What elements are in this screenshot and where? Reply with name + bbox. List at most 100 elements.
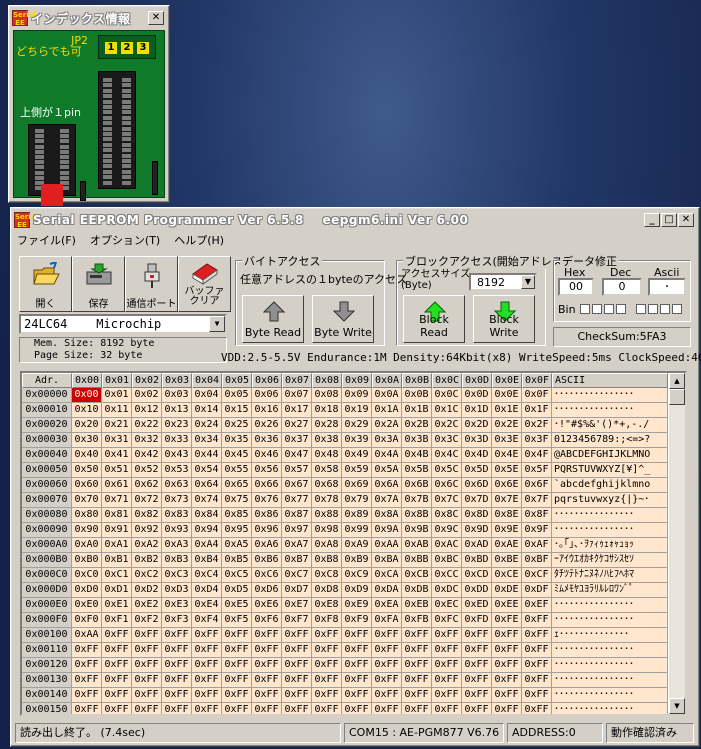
- data-cell[interactable]: 0xAC: [432, 538, 462, 553]
- data-cell[interactable]: 0x64: [192, 478, 222, 493]
- data-cell[interactable]: 0xE5: [222, 598, 252, 613]
- data-cell[interactable]: 0xC3: [162, 568, 192, 583]
- data-cell[interactable]: 0xCB: [402, 568, 432, 583]
- bin-bit-checkbox[interactable]: [604, 304, 614, 314]
- data-cell[interactable]: 0x42: [132, 448, 162, 463]
- data-cell[interactable]: 0x24: [192, 418, 222, 433]
- main-title-bar[interactable]: Serial EE Serial EEPROM Programmer Ver 6.…: [14, 211, 696, 229]
- data-cell[interactable]: 0xFF: [312, 703, 342, 714]
- data-cell[interactable]: 0xFF: [252, 628, 282, 643]
- data-cell[interactable]: 0x18: [312, 403, 342, 418]
- data-cell[interactable]: 0x00: [72, 388, 102, 403]
- data-cell[interactable]: 0xFF: [432, 673, 462, 688]
- data-cell[interactable]: 0xFF: [72, 703, 102, 714]
- data-cell[interactable]: 0x10: [72, 403, 102, 418]
- data-cell[interactable]: 0xFF: [342, 703, 372, 714]
- data-cell[interactable]: 0xFF: [252, 643, 282, 658]
- data-cell[interactable]: 0x59: [342, 463, 372, 478]
- data-cell[interactable]: 0x4B: [402, 448, 432, 463]
- data-cell[interactable]: 0xEE: [492, 598, 522, 613]
- data-cell[interactable]: 0xFF: [372, 703, 402, 714]
- data-cell[interactable]: 0x39: [342, 433, 372, 448]
- data-cell[interactable]: 0x0B: [402, 388, 432, 403]
- data-cell[interactable]: 0xFF: [492, 673, 522, 688]
- data-cell[interactable]: 0x91: [102, 523, 132, 538]
- data-cell[interactable]: 0xB4: [192, 553, 222, 568]
- data-cell[interactable]: 0xED: [462, 598, 492, 613]
- data-cell[interactable]: 0x1D: [462, 403, 492, 418]
- data-cell[interactable]: 0x99: [342, 523, 372, 538]
- data-cell[interactable]: 0x53: [162, 463, 192, 478]
- data-cell[interactable]: 0xFF: [522, 688, 552, 703]
- data-cell[interactable]: 0x3D: [462, 433, 492, 448]
- data-cell[interactable]: 0x7F: [522, 493, 552, 508]
- data-cell[interactable]: 0xC2: [132, 568, 162, 583]
- data-cell[interactable]: 0xFF: [132, 643, 162, 658]
- data-cell[interactable]: 0xFF: [372, 643, 402, 658]
- data-cell[interactable]: 0x05: [222, 388, 252, 403]
- scroll-thumb[interactable]: [669, 389, 685, 405]
- data-cell[interactable]: 0xAD: [462, 538, 492, 553]
- data-cell[interactable]: 0x5B: [402, 463, 432, 478]
- data-cell[interactable]: 0x76: [252, 493, 282, 508]
- data-cell[interactable]: 0xFF: [192, 703, 222, 714]
- data-cell[interactable]: 0xDF: [522, 583, 552, 598]
- data-cell[interactable]: 0xFF: [522, 658, 552, 673]
- data-cell[interactable]: 0xDE: [492, 583, 522, 598]
- data-cell[interactable]: 0xFE: [492, 613, 522, 628]
- data-cell[interactable]: 0xC9: [342, 568, 372, 583]
- data-cell[interactable]: 0xB3: [162, 553, 192, 568]
- chevron-down-icon[interactable]: ▼: [209, 316, 225, 332]
- data-cell[interactable]: 0xB5: [222, 553, 252, 568]
- save-button[interactable]: 保存: [72, 256, 125, 312]
- data-cell[interactable]: 0x33: [162, 433, 192, 448]
- data-cell[interactable]: 0x69: [342, 478, 372, 493]
- data-cell[interactable]: 0xFF: [492, 658, 522, 673]
- data-cell[interactable]: 0x85: [222, 508, 252, 523]
- data-cell[interactable]: 0xB2: [132, 553, 162, 568]
- data-cell[interactable]: 0xFF: [462, 628, 492, 643]
- data-cell[interactable]: 0xFF: [432, 703, 462, 714]
- data-cell[interactable]: 0xFF: [222, 643, 252, 658]
- data-cell[interactable]: 0xFF: [162, 703, 192, 714]
- data-cell[interactable]: 0xFF: [192, 658, 222, 673]
- data-cell[interactable]: 0x58: [312, 463, 342, 478]
- data-cell[interactable]: 0x1E: [492, 403, 522, 418]
- data-cell[interactable]: 0x9A: [372, 523, 402, 538]
- data-cell[interactable]: 0x11: [102, 403, 132, 418]
- data-cell[interactable]: 0xA0: [72, 538, 102, 553]
- data-cell[interactable]: 0xFF: [402, 688, 432, 703]
- data-cell[interactable]: 0xFF: [492, 703, 522, 714]
- data-cell[interactable]: 0x34: [192, 433, 222, 448]
- data-cell[interactable]: 0x71: [102, 493, 132, 508]
- data-cell[interactable]: 0xC8: [312, 568, 342, 583]
- data-cell[interactable]: 0xEF: [522, 598, 552, 613]
- data-cell[interactable]: 0xD8: [312, 583, 342, 598]
- data-cell[interactable]: 0x01: [102, 388, 132, 403]
- data-cell[interactable]: 0xD1: [102, 583, 132, 598]
- data-cell[interactable]: 0xFF: [312, 643, 342, 658]
- data-cell[interactable]: 0xFF: [522, 628, 552, 643]
- data-cell[interactable]: 0xFD: [462, 613, 492, 628]
- data-cell[interactable]: 0x9F: [522, 523, 552, 538]
- data-cell[interactable]: 0x04: [192, 388, 222, 403]
- data-cell[interactable]: 0xE4: [192, 598, 222, 613]
- data-cell[interactable]: 0xFF: [312, 658, 342, 673]
- data-cell[interactable]: 0x48: [312, 448, 342, 463]
- data-cell[interactable]: 0x5F: [522, 463, 552, 478]
- data-cell[interactable]: 0xFF: [372, 673, 402, 688]
- access-size-select[interactable]: 8192 ▼: [469, 273, 537, 291]
- data-cell[interactable]: 0xFF: [192, 643, 222, 658]
- data-cell[interactable]: 0x30: [72, 433, 102, 448]
- menu-file[interactable]: ファイル(F): [17, 232, 76, 248]
- data-cell[interactable]: 0xD2: [132, 583, 162, 598]
- data-cell[interactable]: 0xFF: [342, 658, 372, 673]
- menu-help[interactable]: ヘルプ(H): [174, 232, 224, 248]
- vertical-scrollbar[interactable]: ▲ ▼: [669, 373, 685, 714]
- data-cell[interactable]: 0xBA: [372, 553, 402, 568]
- data-cell[interactable]: 0x40: [72, 448, 102, 463]
- data-cell[interactable]: 0x4F: [522, 448, 552, 463]
- data-cell[interactable]: 0xA3: [162, 538, 192, 553]
- data-cell[interactable]: 0xFF: [432, 658, 462, 673]
- data-cell[interactable]: 0xFF: [432, 643, 462, 658]
